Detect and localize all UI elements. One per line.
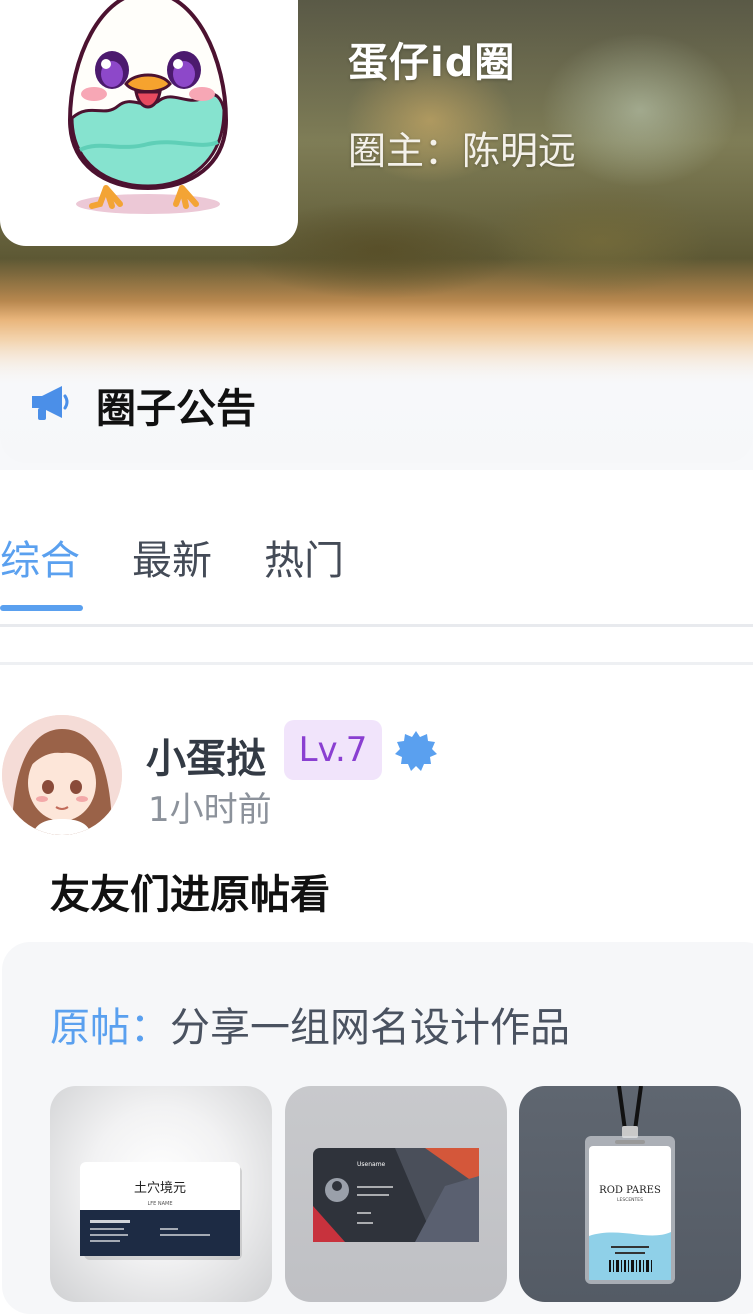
circle-owner[interactable]: 圈主：陈明远: [348, 120, 576, 175]
post-username[interactable]: 小蛋挞: [146, 726, 266, 784]
feed-tabs: 综合 最新 热门: [0, 520, 753, 620]
business-card-image: Usename: [313, 1148, 479, 1242]
post-image-thumbnail[interactable]: Usename: [285, 1086, 507, 1302]
megaphone-icon: [32, 386, 69, 420]
card-title-1: 土穴境元: [134, 1181, 186, 1196]
tab-latest[interactable]: 最新: [132, 528, 212, 586]
business-card-image: 土穴境元 LFE NAME: [80, 1162, 242, 1260]
post-time: 1小时前: [148, 790, 272, 830]
notice-label: 圈子公告: [96, 386, 256, 432]
card-sub-1: LFE NAME: [147, 1201, 172, 1207]
tab-comprehensive[interactable]: 综合: [0, 528, 80, 586]
id-badge-image: ROD PARES LESCENTES: [585, 1086, 675, 1284]
user-level-badge: Lv.7: [284, 720, 382, 780]
divider: [0, 624, 753, 627]
active-tab-indicator: [0, 605, 83, 611]
circle-title: 蛋仔id圈: [348, 40, 516, 86]
tab-hot[interactable]: 热门: [264, 528, 344, 586]
egg-mascot-icon: [67, 0, 229, 214]
verified-badge-icon: [395, 731, 437, 771]
post-image-thumbnail[interactable]: ROD PARES LESCENTES: [519, 1086, 741, 1302]
card-title-2: Usename: [357, 1161, 386, 1168]
divider: [0, 662, 753, 665]
post-image-thumbnail[interactable]: 土穴境元 LFE NAME: [50, 1086, 272, 1302]
avatar-girl-icon: [2, 715, 122, 835]
original-post-title[interactable]: 原帖：分享一组网名设计作品: [50, 995, 570, 1053]
card-sub-3: LESCENTES: [617, 1197, 643, 1203]
original-post-prefix: 原帖：: [50, 1005, 170, 1051]
post-text: 友友们进原帖看: [50, 872, 330, 918]
original-post-text: 分享一组网名设计作品: [170, 1005, 570, 1051]
circle-cover-image[interactable]: [0, 0, 298, 246]
user-avatar[interactable]: [2, 715, 122, 835]
card-title-3: ROD PARES: [599, 1185, 661, 1196]
